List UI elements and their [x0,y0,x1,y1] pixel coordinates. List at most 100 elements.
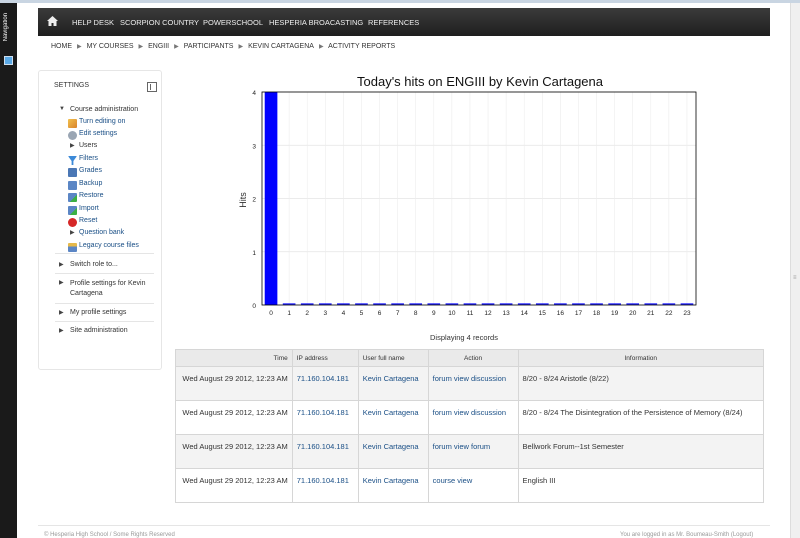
cell-ip-address-link[interactable]: 71.160.104.181 [297,442,349,451]
settings-block: SETTINGS ▼ Course administration Turn ed… [38,70,162,370]
table-header-row: Time IP address User full name Action In… [175,349,765,367]
scrollbar-grip-icon[interactable]: ≡ [793,275,799,283]
divider [55,253,154,254]
settings-title: SETTINGS [54,82,90,89]
site-administration-node[interactable]: Site administration [70,327,128,334]
backup-icon [68,181,77,190]
cell-information-text: Bellwork Forum--1st Semester [522,442,624,451]
cell-user-full-name: Kevin Cartagena [357,400,429,435]
legacy-course-files-link[interactable]: Legacy course files [79,242,139,249]
x-tick-label: 23 [683,310,691,317]
profile-settings-node[interactable]: Profile settings for Kevin Cartagena [70,279,154,299]
collapsed-triangle-icon[interactable]: ▶ [59,261,64,268]
x-tick-label: 15 [539,310,547,317]
cell-action: forum view discussion [427,366,519,401]
backup-link[interactable]: Backup [79,180,102,187]
cell-time-text: Wed August 29 2012, 12:23 AM [182,442,288,451]
restore-icon [68,193,77,202]
switch-role-node[interactable]: Switch role to... [70,261,118,268]
header-ip-address[interactable]: IP address [291,349,359,367]
divider [55,273,154,274]
grades-link[interactable]: Grades [79,167,102,174]
cell-action-link[interactable]: course view [433,476,473,485]
x-tick-label: 3 [323,310,327,317]
cell-time: Wed August 29 2012, 12:23 AM [175,400,293,435]
cell-user-full-name-link[interactable]: Kevin Cartagena [363,408,419,417]
x-tick-label: 9 [432,310,436,317]
records-count: Displaying 4 records [430,333,498,342]
footer-login-info[interactable]: You are logged in as Mr. Boumeau-Smith (… [620,532,753,538]
cell-time: Wed August 29 2012, 12:23 AM [175,434,293,469]
vertical-scrollbar[interactable]: ≡ [790,3,800,538]
bar-hour-0 [264,92,278,305]
collapsed-triangle-icon[interactable]: ▶ [59,327,64,334]
page-icon[interactable] [4,56,13,65]
header-user-full-name[interactable]: User full name [357,349,429,367]
breadcrumb-engiii[interactable]: ENGIII [148,43,169,50]
breadcrumb-separator-icon: ▶ [174,44,179,50]
y-tick-label: 4 [252,90,256,97]
import-icon [68,206,77,215]
pencil-icon [68,119,77,128]
cell-ip-address-link[interactable]: 71.160.104.181 [297,476,349,485]
browser-top-strip [0,0,800,3]
course-administration[interactable]: Course administration [70,106,138,113]
cell-time-text: Wed August 29 2012, 12:23 AM [182,476,288,485]
nav-references[interactable]: REFERENCES [368,18,419,27]
turn-editing-on-link[interactable]: Turn editing on [79,118,125,125]
y-tick-label: 2 [252,197,256,204]
x-tick-label: 6 [378,310,382,317]
header-information[interactable]: Information [517,349,765,367]
x-tick-label: 18 [593,310,601,317]
breadcrumb-participants[interactable]: PARTICIPANTS [184,43,234,50]
collapsed-triangle-icon[interactable]: ▶ [59,309,64,316]
cell-user-full-name-link[interactable]: Kevin Cartagena [363,476,419,485]
cell-user-full-name: Kevin Cartagena [357,366,429,401]
cell-time-text: Wed August 29 2012, 12:23 AM [182,374,288,383]
side-navigation-panel[interactable]: Navigation [0,3,17,538]
breadcrumb-separator-icon: ▶ [238,44,244,50]
cell-action-link[interactable]: forum view forum [433,442,491,451]
breadcrumb-my-courses[interactable]: MY COURSES [87,43,134,50]
reset-link[interactable]: Reset [79,217,97,224]
cell-ip-address-link[interactable]: 71.160.104.181 [297,374,349,383]
breadcrumb-kevin-cartagena[interactable]: KEVIN CARTAGENA [248,43,314,50]
collapsed-triangle-icon[interactable]: ▶ [70,142,75,149]
header-time[interactable]: Time [175,349,293,367]
cell-action-link[interactable]: forum view discussion [433,408,506,417]
restore-link[interactable]: Restore [79,192,104,199]
x-tick-label: 22 [665,310,673,317]
cell-time: Wed August 29 2012, 12:23 AM [175,468,293,503]
cell-user-full-name-link[interactable]: Kevin Cartagena [363,442,419,451]
breadcrumb-home[interactable]: HOME [51,43,72,50]
expanded-triangle-icon[interactable]: ▼ [59,106,65,112]
collapsed-triangle-icon[interactable]: ▶ [59,279,64,286]
users-node[interactable]: Users [79,142,97,149]
x-tick-label: 0 [269,310,273,317]
cell-action-link[interactable]: forum view discussion [433,374,506,383]
cell-ip-address-link[interactable]: 71.160.104.181 [297,408,349,417]
x-tick-label: 16 [557,310,565,317]
y-tick-label: 0 [252,303,256,310]
dock-icon[interactable] [147,82,157,92]
filters-link[interactable]: Filters [79,155,98,162]
home-icon[interactable] [47,16,58,26]
x-tick-label: 2 [305,310,309,317]
x-tick-label: 1 [287,310,291,317]
cell-user-full-name: Kevin Cartagena [357,468,429,503]
hits-chart: Today's hits on ENGIII by Kevin Cartagen… [230,72,700,322]
footer-copyright: © Hesperia High School / Some Rights Res… [44,532,175,538]
nav-help-desk[interactable]: HELP DESK [72,18,114,27]
nav-powerschool[interactable]: POWERSCHOOL [203,18,263,27]
import-link[interactable]: Import [79,205,99,212]
nav-hesperia-broacasting[interactable]: HESPERIA BROACASTING [269,18,363,27]
breadcrumb-activity-reports: ACTIVITY REPORTS [328,43,396,50]
edit-settings-link[interactable]: Edit settings [79,130,117,137]
question-bank-node[interactable]: Question bank [79,229,124,236]
my-profile-settings-node[interactable]: My profile settings [70,309,126,316]
cell-user-full-name-link[interactable]: Kevin Cartagena [363,374,419,383]
nav-scorpion-country[interactable]: SCORPION COUNTRY [120,18,199,27]
header-action[interactable]: Action [427,349,519,367]
collapsed-triangle-icon[interactable]: ▶ [70,229,75,236]
cell-information-text: English III [522,476,556,485]
